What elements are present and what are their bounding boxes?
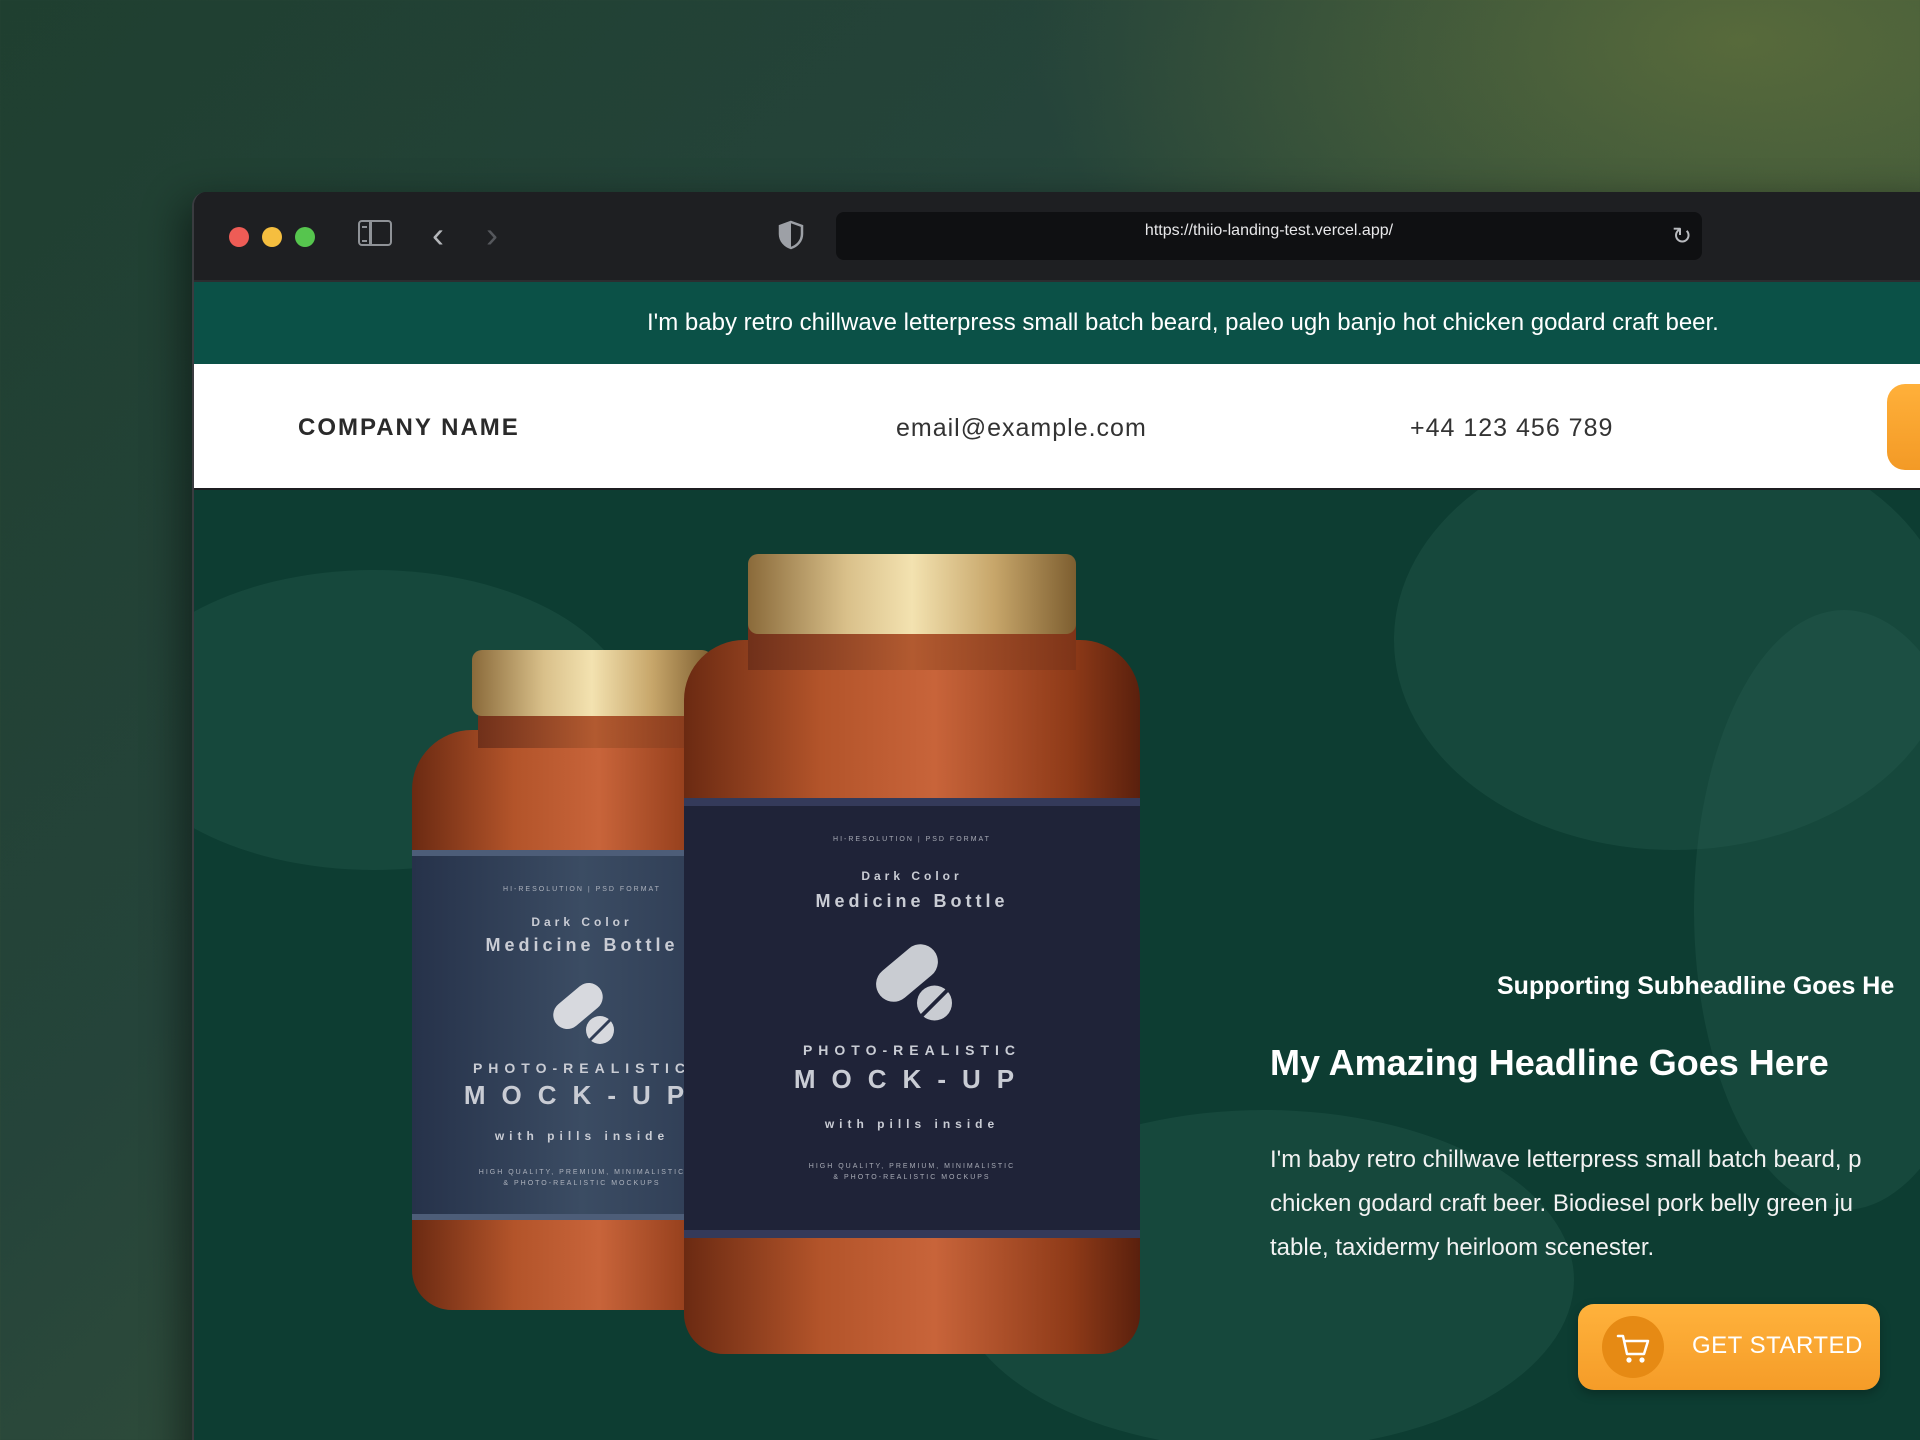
address-bar[interactable]: https://thiio-landing-test.vercel.app/ ↻	[836, 212, 1702, 260]
site-header: COMPANY NAME email@example.com +44 123 4…	[194, 364, 1920, 488]
get-started-button[interactable]: GET STARTED	[1578, 1304, 1880, 1390]
jar-cap	[748, 554, 1076, 634]
hero-body-text: I'm baby retro chillwave letterpress sma…	[1270, 1138, 1920, 1270]
hero-section: HI-RESOLUTION | PSD FORMAT Dark Color Me…	[194, 490, 1920, 1440]
browser-window: ‹ › https://thiio-landing-test.vercel.ap…	[192, 192, 1920, 1440]
chevron-left-icon[interactable]: ‹	[432, 214, 444, 256]
cart-icon	[1616, 1334, 1650, 1363]
jar-label: HI-RESOLUTION | PSD FORMAT Dark Color Me…	[684, 798, 1140, 1238]
announcement-bar: I'm baby retro chillwave letterpress sma…	[194, 282, 1920, 364]
jar-cap	[472, 650, 712, 716]
product-jar-front: HI-RESOLUTION | PSD FORMAT Dark Color Me…	[684, 554, 1140, 1354]
header-email[interactable]: email@example.com	[896, 414, 1147, 443]
cart-icon-badge	[1602, 1316, 1664, 1378]
hero-body-line: I'm baby retro chillwave letterpress sma…	[1270, 1146, 1862, 1173]
browser-toolbar: ‹ › https://thiio-landing-test.vercel.ap…	[194, 192, 1920, 282]
reload-icon[interactable]: ↻	[1672, 222, 1692, 251]
hero-headline: My Amazing Headline Goes Here	[1270, 1042, 1829, 1083]
window-controls	[229, 227, 315, 247]
url-text[interactable]: https://thiio-landing-test.vercel.app/	[836, 222, 1702, 240]
close-window-button[interactable]	[229, 227, 249, 247]
pill-icon	[553, 983, 614, 1044]
get-started-label: GET STARTED	[1692, 1332, 1863, 1359]
pill-icon	[876, 944, 952, 1021]
hero-body-line: table, taxidermy heirloom scenester.	[1270, 1234, 1655, 1261]
chevron-right-icon[interactable]: ›	[486, 214, 498, 256]
header-phone[interactable]: +44 123 456 789	[1410, 414, 1613, 443]
hero-body-line: chicken godard craft beer. Biodiesel por…	[1270, 1190, 1854, 1217]
header-cta-button[interactable]	[1887, 384, 1920, 470]
hero-subheadline: Supporting Subheadline Goes He	[1497, 972, 1895, 1000]
company-name[interactable]: COMPANY NAME	[298, 414, 520, 442]
minimize-window-button[interactable]	[262, 227, 282, 247]
shield-icon[interactable]	[778, 220, 804, 250]
maximize-window-button[interactable]	[295, 227, 315, 247]
sidebar-toggle-icon[interactable]	[358, 220, 392, 246]
